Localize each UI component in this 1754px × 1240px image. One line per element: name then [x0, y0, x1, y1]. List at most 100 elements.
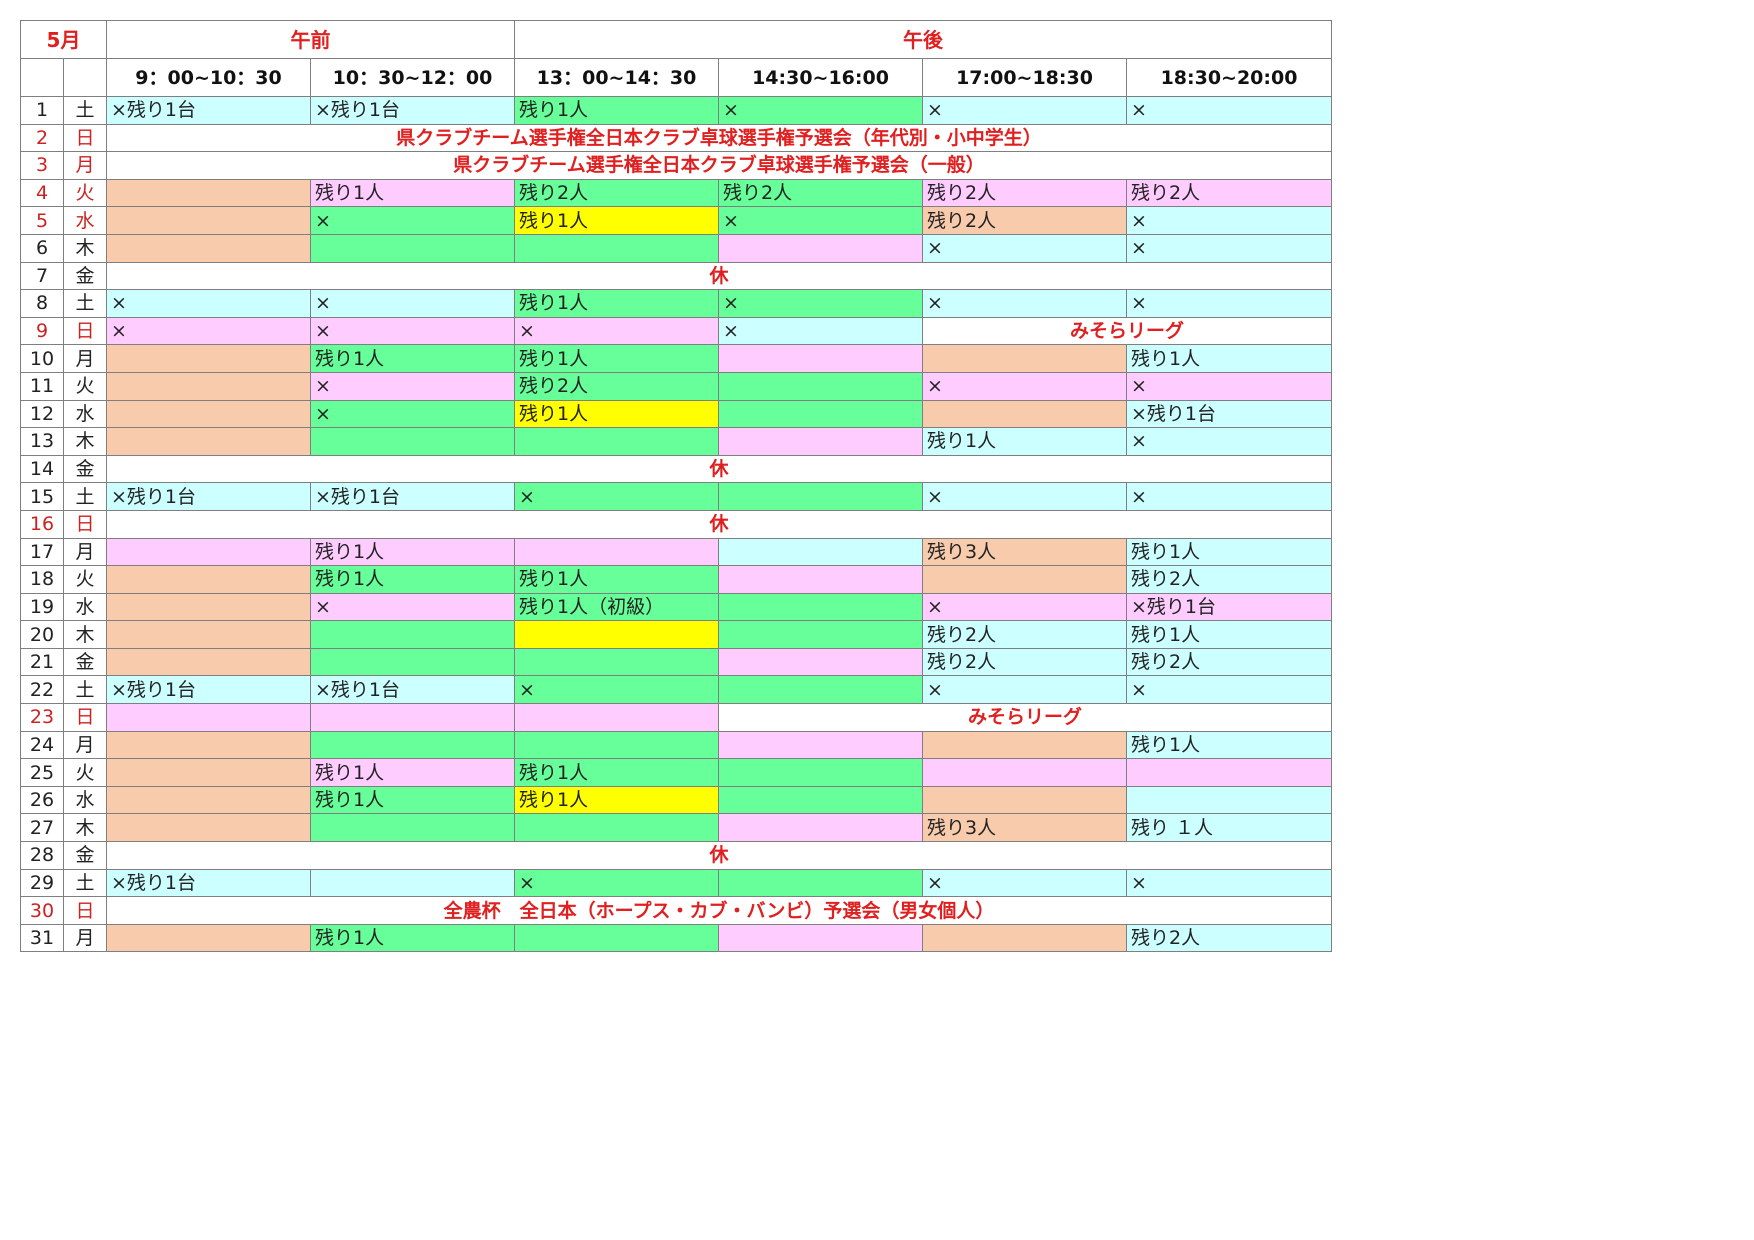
slot-cell: 残り1人（初級） — [514, 592, 720, 622]
day-row: 24 月 残り1人 — [20, 730, 1333, 760]
day-number: 9 — [20, 316, 64, 346]
slot-cell: 残り3人 — [922, 813, 1128, 843]
day-number: 11 — [20, 371, 64, 401]
slot-cell — [514, 537, 720, 567]
slot-cell: × — [310, 371, 516, 401]
day-row: 18 火 残り1人 残り1人 残り2人 — [20, 565, 1333, 594]
slot-cell: × — [310, 399, 516, 429]
slot-cell — [718, 344, 924, 373]
day-of-week: 日 — [62, 316, 108, 346]
pm-label: 午後 — [514, 20, 1333, 59]
day-number: 16 — [20, 509, 64, 539]
slot-cell — [106, 813, 312, 843]
slot-cell — [106, 399, 312, 429]
day-of-week: 土 — [62, 289, 108, 318]
day-number: 10 — [20, 344, 64, 373]
day-number: 2 — [20, 123, 64, 153]
day-number: 7 — [20, 261, 64, 291]
slot-cell: 残り2人 — [514, 178, 720, 208]
event-cell: みそらリーグ — [718, 703, 1333, 732]
slot-cell — [106, 730, 312, 760]
header-row-periods: 5月 午前 午後 — [19, 20, 1333, 59]
day-number: 12 — [20, 399, 64, 429]
day-number: 29 — [20, 868, 64, 898]
slot-cell: 残り1人 — [1126, 537, 1333, 567]
slot-cell — [718, 592, 924, 622]
slot-cell — [718, 537, 924, 567]
slot-cell: 残り2人 — [922, 206, 1128, 235]
slot-cell: × — [106, 289, 312, 318]
slot-cell — [310, 233, 516, 263]
day-row: 2 日県クラブチーム選手権全日本クラブ卓球選手権予選会（年代別・小中学生） — [20, 123, 1333, 153]
event-cell: 県クラブチーム選手権全日本クラブ卓球選手権予選会（年代別・小中学生） — [106, 123, 1333, 153]
day-of-week: 金 — [62, 454, 108, 484]
day-of-week: 水 — [62, 785, 108, 815]
day-number: 19 — [20, 592, 64, 622]
slot-cell: 残り2人 — [718, 178, 924, 208]
time-slot-6: 18:30~20:00 — [1126, 58, 1333, 97]
event-cell: 休 — [106, 454, 1333, 484]
slot-cell: 残り2人 — [922, 178, 1128, 208]
slot-cell — [106, 592, 312, 622]
day-row: 6 木 × × — [20, 233, 1333, 263]
slot-cell — [922, 785, 1128, 815]
day-of-week: 日 — [62, 703, 108, 732]
slot-cell — [718, 371, 924, 401]
day-row: 14 金休 — [20, 454, 1333, 484]
slot-cell: 残り1人 — [310, 344, 516, 373]
slot-cell — [718, 620, 924, 649]
slot-cell: 残り1人 — [310, 565, 516, 594]
day-row: 29 土 ×残り1台 × × × — [20, 868, 1333, 898]
slot-cell: 残り1人 — [310, 785, 516, 815]
day-number: 23 — [20, 703, 64, 732]
slot-cell: × — [1126, 868, 1333, 898]
slot-cell: 残り1人 — [514, 206, 720, 235]
slot-cell — [718, 813, 924, 843]
event-cell: 休 — [106, 509, 1333, 539]
day-number: 14 — [20, 454, 64, 484]
day-of-week: 火 — [62, 758, 108, 787]
slot-cell: × — [922, 482, 1128, 511]
slot-cell — [106, 537, 312, 567]
slot-cell: × — [1126, 206, 1333, 235]
day-of-week: 金 — [62, 261, 108, 291]
day-row: 22 土 ×残り1台 ×残り1台 × × × — [20, 675, 1333, 705]
day-of-week: 木 — [62, 813, 108, 843]
slot-cell — [106, 620, 312, 649]
day-of-week: 月 — [62, 537, 108, 567]
slot-cell — [106, 758, 312, 787]
day-of-week: 金 — [62, 841, 108, 870]
slot-cell — [106, 371, 312, 401]
day-number: 25 — [20, 758, 64, 787]
slot-cell: × — [514, 482, 720, 511]
day-of-week: 月 — [62, 151, 108, 180]
slot-cell: 残り1人 — [514, 565, 720, 594]
schedule-table: 5月 午前 午後 9：00~10：30 10：30~12：00 13：00~14… — [19, 20, 1333, 953]
slot-cell: ×残り1台 — [106, 675, 312, 705]
header-row-times: 9：00~10：30 10：30~12：00 13：00~14：30 14:30… — [20, 58, 1333, 97]
slot-cell: × — [922, 96, 1128, 125]
slot-cell — [718, 565, 924, 594]
day-number: 28 — [20, 841, 64, 870]
event-cell: 県クラブチーム選手権全日本クラブ卓球選手権予選会（一般） — [106, 151, 1333, 180]
day-number: 26 — [20, 785, 64, 815]
slot-cell — [514, 427, 720, 456]
slot-cell — [718, 427, 924, 456]
slot-cell: 残り2人 — [1126, 178, 1333, 208]
slot-cell: 残り1人 — [310, 758, 516, 787]
day-of-week: 土 — [62, 482, 108, 511]
slot-cell — [106, 344, 312, 373]
day-of-week: 月 — [62, 923, 108, 953]
slot-cell: ×残り1台 — [106, 96, 312, 125]
slot-cell — [514, 647, 720, 677]
day-row: 13 木 残り1人 × — [20, 427, 1333, 456]
slot-cell: 残り2人 — [1126, 565, 1333, 594]
day-number: 1 — [20, 96, 64, 125]
day-row: 1 土 ×残り1台 ×残り1台 残り1人 × × × — [20, 96, 1333, 125]
slot-cell: 残り2人 — [1126, 647, 1333, 677]
slot-cell: × — [310, 316, 516, 346]
slot-cell — [514, 620, 720, 649]
slot-cell: 残り1人 — [310, 178, 516, 208]
slot-cell: 残り1人 — [310, 537, 516, 567]
day-of-week: 水 — [62, 592, 108, 622]
